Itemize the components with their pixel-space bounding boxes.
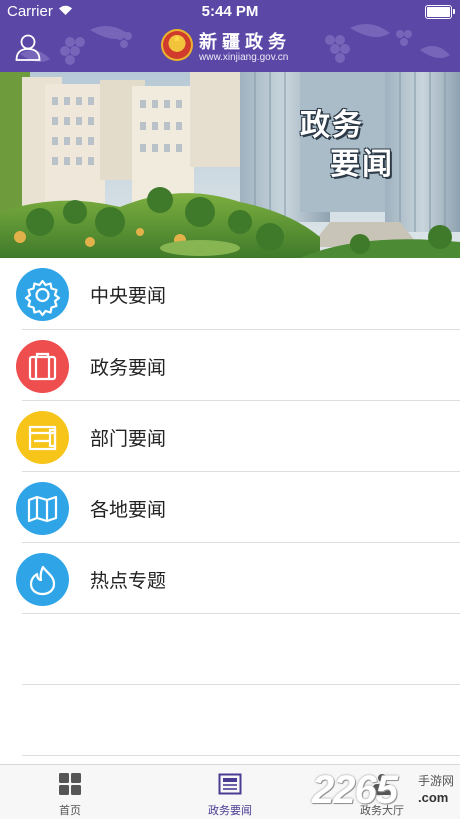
menu-item-central-news[interactable]: 中央要闻 (0, 258, 460, 329)
menu-item-label: 政务要闻 (90, 357, 167, 379)
tab-home[interactable]: 首页 (10, 765, 130, 819)
folder-icon (16, 411, 69, 464)
menu-item-label: 各地要闻 (90, 499, 167, 521)
news-icon (218, 773, 242, 795)
divider (22, 684, 460, 685)
divider (22, 755, 460, 756)
watermark-domain: .com (418, 790, 449, 805)
banner-title-line2: 要闻 (330, 147, 394, 182)
status-bar: Carrier 5:44 PM (0, 0, 460, 24)
tab-government-news[interactable]: 政务要闻 (170, 765, 290, 819)
site-url: www.xinjiang.gov.cn (199, 52, 289, 63)
status-time: 5:44 PM (201, 3, 259, 20)
menu-item-government-news[interactable]: 政务要闻 (0, 330, 460, 401)
briefcase-icon (16, 340, 69, 393)
site-title: 新疆政务 (199, 32, 291, 53)
tab-label: 政务要闻 (208, 804, 252, 817)
divider (22, 613, 460, 614)
menu-item-label: 中央要闻 (90, 285, 167, 307)
gear-icon (16, 268, 69, 321)
watermark-logo: 2265 手游网 .com (306, 766, 460, 818)
national-emblem-icon: ★ (161, 29, 193, 61)
banner-title-line1: 政务 (300, 108, 364, 143)
menu-item-hot-topics[interactable]: 热点专题 (0, 543, 460, 614)
battery-icon (425, 5, 455, 19)
menu-item-label: 热点专题 (90, 570, 167, 592)
menu-item-local-news[interactable]: 各地要闻 (0, 472, 460, 543)
menu-item-department-news[interactable]: 部门要闻 (0, 401, 460, 472)
app-header: Carrier 5:44 PM ★ 新疆政务 www.xinjiang.gov.… (0, 0, 460, 72)
user-icon[interactable] (15, 33, 41, 61)
map-icon (16, 482, 69, 535)
grid-icon (59, 773, 81, 795)
tab-label: 首页 (59, 804, 81, 817)
flame-icon (16, 553, 69, 606)
news-banner[interactable]: 政务 要闻 (0, 72, 460, 258)
watermark-number: 2265 (312, 768, 398, 812)
menu-item-label: 部门要闻 (90, 428, 167, 450)
watermark-site: 手游网 (418, 774, 455, 788)
